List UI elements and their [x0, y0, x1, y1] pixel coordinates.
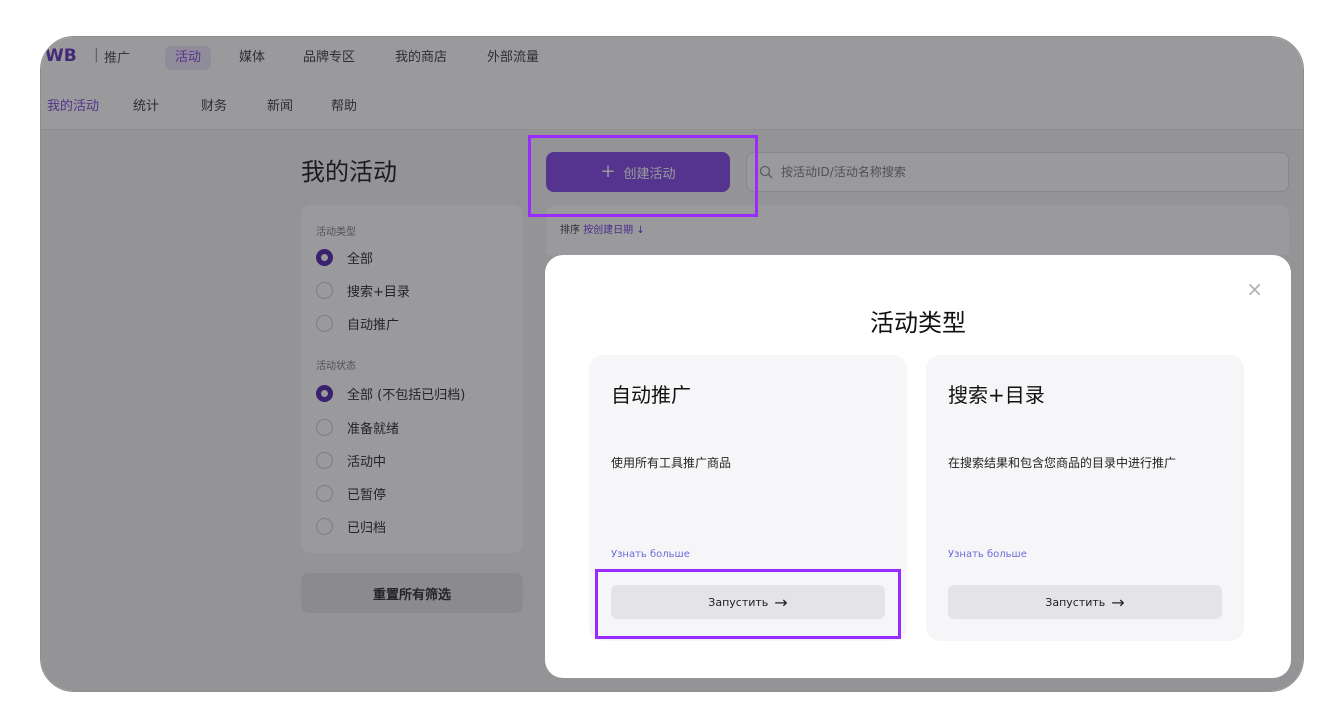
- launch-button-highlight: [595, 569, 901, 639]
- tab-external-traffic[interactable]: 外部流量: [487, 46, 539, 70]
- sort-control[interactable]: 排序 按创建日期 ↓: [560, 221, 645, 236]
- logo-divider: |: [94, 47, 99, 63]
- radio-unchecked-icon[interactable]: [316, 517, 333, 535]
- learn-more-link[interactable]: Узнать больше: [611, 549, 690, 560]
- search-catalog-card: 搜索+目录 在搜索结果和包含您商品的目录中进行推广 Узнать больше …: [926, 355, 1244, 641]
- launch-label: Запустить: [1045, 595, 1106, 609]
- card-description: 在搜索结果和包含您商品的目录中进行推广: [948, 456, 1177, 470]
- radio-unchecked-icon[interactable]: [316, 484, 333, 502]
- filter-status-active[interactable]: 活动中: [316, 450, 386, 470]
- filter-type-auto[interactable]: 自动推广: [316, 313, 399, 333]
- sort-label: 排序: [560, 225, 580, 236]
- radio-label: 已暂停: [347, 487, 387, 503]
- radio-unchecked-icon[interactable]: [316, 281, 333, 299]
- radio-label: 搜索+目录: [347, 284, 410, 300]
- filter-status-ready[interactable]: 准备就绪: [316, 417, 399, 437]
- card-title: 搜索+目录: [948, 383, 1045, 407]
- subnav-news[interactable]: 新闻: [267, 95, 293, 114]
- tab-my-shop[interactable]: 我的商店: [395, 46, 447, 70]
- subnav-help[interactable]: 帮助: [331, 95, 357, 114]
- card-description: 使用所有工具推广商品: [611, 456, 732, 470]
- learn-more-link[interactable]: Узнать больше: [948, 549, 1027, 560]
- reset-filters-button[interactable]: 重置所有筛选: [301, 573, 523, 613]
- filter-status-archived[interactable]: 已归档: [316, 516, 386, 536]
- filter-status-paused[interactable]: 已暂停: [316, 483, 386, 503]
- filter-status-all[interactable]: 全部 (不包括已归档): [316, 383, 465, 403]
- create-button-highlight: [528, 135, 758, 217]
- app-window: WB | 推广 活动 媒体 品牌专区 我的商店 外部流量 我的活动 统计 财务 …: [40, 36, 1304, 692]
- radio-label: 自动推广: [347, 317, 400, 333]
- close-icon[interactable]: ×: [1246, 277, 1263, 301]
- filter-panel: 活动类型 全部 搜索+目录 自动推广 活动状态 全部 (不包括已归档) 准备就绪…: [301, 205, 523, 553]
- radio-unchecked-icon[interactable]: [316, 418, 333, 436]
- radio-checked-icon[interactable]: [316, 248, 333, 266]
- subnav-my-campaigns[interactable]: 我的活动: [47, 95, 99, 114]
- search-icon: [759, 165, 773, 179]
- radio-label: 活动中: [347, 454, 387, 470]
- filter-type-all[interactable]: 全部: [316, 247, 373, 267]
- radio-checked-icon[interactable]: [316, 384, 333, 402]
- tab-campaigns[interactable]: 活动: [165, 46, 212, 70]
- card-title: 自动推广: [611, 383, 691, 407]
- sort-by-date-link[interactable]: 按创建日期 ↓: [583, 225, 645, 236]
- arrow-right-icon: →: [1111, 592, 1125, 612]
- tab-media[interactable]: 媒体: [239, 46, 265, 70]
- sub-nav: 我的活动 统计 财务 新闻 帮助: [41, 83, 1303, 123]
- search-input[interactable]: [781, 165, 1281, 179]
- radio-unchecked-icon[interactable]: [316, 451, 333, 469]
- tab-brand-zone[interactable]: 品牌专区: [303, 46, 355, 70]
- modal-title: 活动类型: [870, 309, 966, 337]
- top-nav: WB | 推广 活动 媒体 品牌专区 我的商店 外部流量: [41, 37, 1303, 77]
- radio-label: 全部: [347, 251, 374, 267]
- radio-label: 准备就绪: [347, 421, 400, 437]
- radio-unchecked-icon[interactable]: [316, 314, 333, 332]
- radio-label: 全部 (不包括已归档): [347, 387, 466, 403]
- subnav-finance[interactable]: 财务: [201, 95, 227, 114]
- page-title: 我的活动: [301, 158, 397, 186]
- subnav-statistics[interactable]: 统计: [133, 95, 159, 114]
- campaign-type-heading: 活动类型: [316, 227, 356, 238]
- search-box[interactable]: [746, 152, 1289, 192]
- radio-label: 已归档: [347, 520, 387, 536]
- logo-subtitle: 推广: [104, 51, 131, 66]
- launch-search-catalog-button[interactable]: Запустить →: [948, 585, 1222, 619]
- filter-type-search-catalog[interactable]: 搜索+目录: [316, 280, 410, 300]
- wb-logo[interactable]: WB: [45, 46, 77, 66]
- campaign-status-heading: 活动状态: [316, 361, 356, 372]
